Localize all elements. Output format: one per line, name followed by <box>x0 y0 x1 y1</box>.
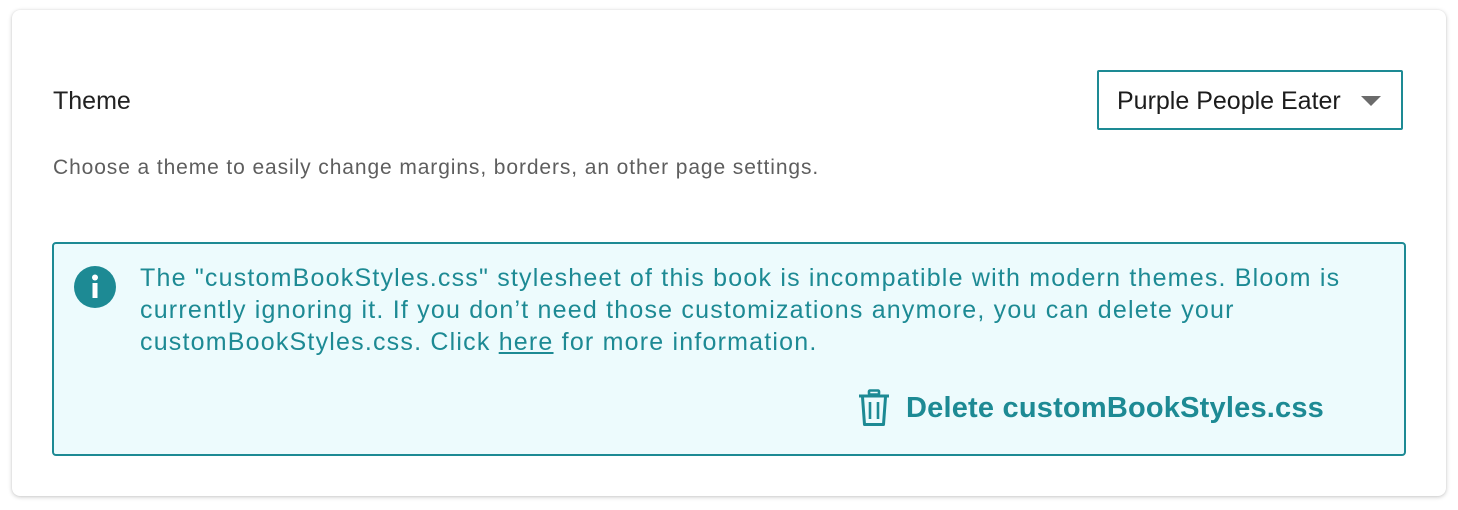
theme-dropdown[interactable]: Purple People Eater <box>1097 70 1403 130</box>
theme-settings-card: Theme Purple People Eater Choose a theme… <box>12 10 1446 496</box>
theme-dropdown-value: Purple People Eater <box>1117 87 1341 115</box>
delete-button-label: Delete customBookStyles.css <box>906 391 1325 424</box>
info-icon <box>74 266 116 308</box>
notice-message: The "customBookStyles.css" stylesheet of… <box>140 262 1390 358</box>
theme-label: Theme <box>53 87 131 115</box>
notice-message-suffix: for more information. <box>553 328 818 356</box>
chevron-down-icon <box>1361 96 1381 106</box>
more-info-link[interactable]: here <box>499 328 554 356</box>
theme-help-text: Choose a theme to easily change margins,… <box>53 156 820 179</box>
trash-icon <box>859 389 889 426</box>
delete-custom-stylesheet-button[interactable]: Delete customBookStyles.css <box>858 388 1324 428</box>
incompatible-stylesheet-notice: The "customBookStyles.css" stylesheet of… <box>52 242 1406 456</box>
